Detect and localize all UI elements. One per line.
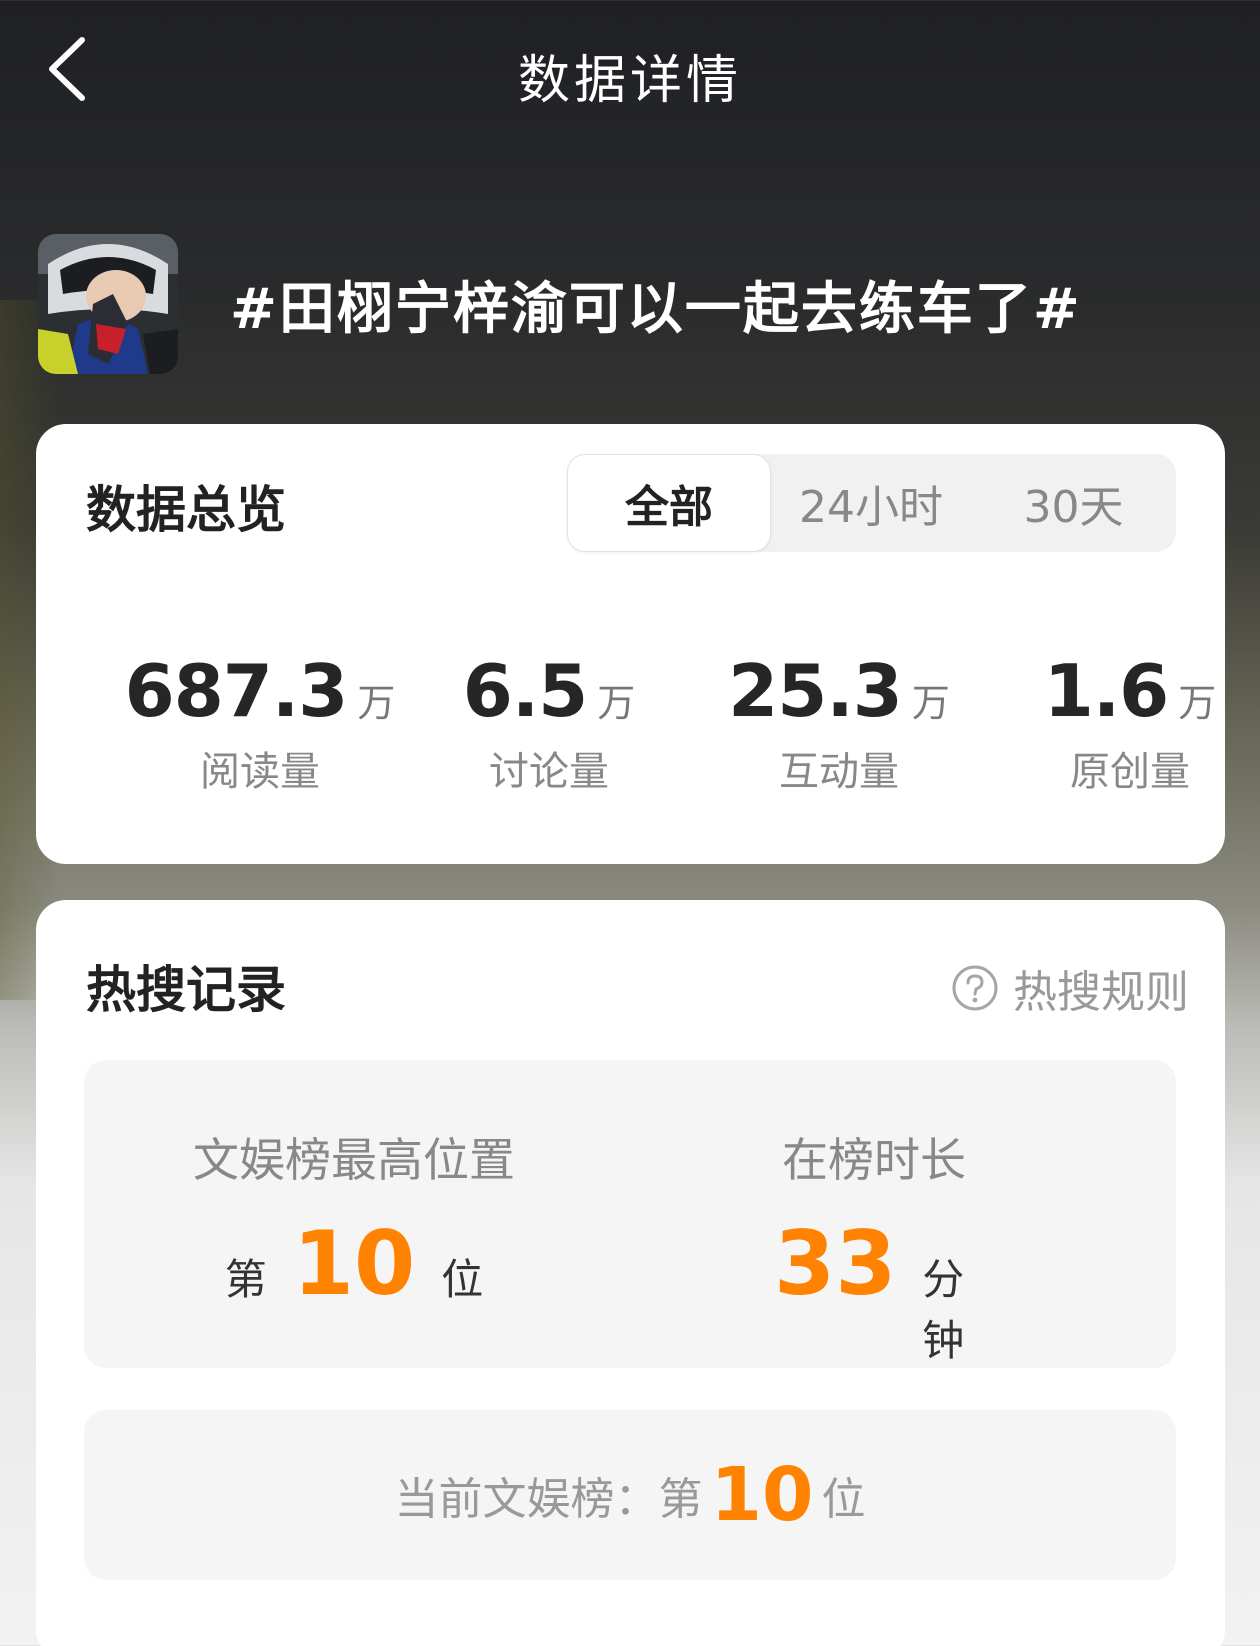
stat-originals-unit: 万 bbox=[1178, 681, 1217, 725]
stat-reads-label: 阅读量 bbox=[200, 749, 320, 795]
question-circle-icon bbox=[952, 965, 998, 1011]
current-ranking-label: 当前文娱榜： bbox=[394, 1474, 659, 1525]
topic-title: #田栩宁梓渝可以一起去练车了# bbox=[230, 276, 1082, 342]
current-ranking-value: 10 bbox=[710, 1452, 814, 1538]
stat-interactions-unit: 万 bbox=[911, 681, 950, 725]
stat-originals: 1.6 万 原创量 bbox=[990, 649, 1260, 797]
chart-duration-value: 33 bbox=[774, 1212, 897, 1315]
tab-24h[interactable]: 24小时 bbox=[771, 454, 971, 552]
stat-interactions-label: 互动量 bbox=[779, 749, 899, 795]
highest-position: 文娱榜最高位置 第 10 位 bbox=[184, 1124, 524, 1308]
overview-card: 数据总览 全部 24小时 30天 687.3 万 阅读量 6.5 万 讨论量 25.… bbox=[36, 424, 1225, 864]
top-bar: 数据详情 bbox=[0, 0, 1260, 150]
hot-search-rules-link[interactable]: 热搜规则 bbox=[951, 956, 1189, 1020]
time-range-tabs: 全部 24小时 30天 bbox=[567, 454, 1176, 552]
stat-discussions-label: 讨论量 bbox=[489, 749, 609, 795]
stat-reads-unit: 万 bbox=[357, 681, 396, 725]
hot-search-card: 热搜记录 热搜规则 文娱榜最高位置 第 10 位 在榜时长 33 分钟 当前文娱… bbox=[36, 900, 1225, 1646]
current-ranking-panel: 当前文娱榜： 第 10 位 bbox=[84, 1410, 1176, 1580]
stat-discussions-value: 6.5 bbox=[462, 649, 589, 733]
highest-position-value: 10 bbox=[292, 1212, 416, 1315]
topic-header: #田栩宁梓渝可以一起去练车了# bbox=[38, 234, 1238, 374]
highest-position-prefix: 第 bbox=[224, 1255, 267, 1304]
highest-position-label: 文娱榜最高位置 bbox=[193, 1133, 515, 1187]
stat-originals-value: 1.6 bbox=[1043, 649, 1170, 733]
stat-originals-label: 原创量 bbox=[1070, 749, 1190, 795]
topic-avatar bbox=[38, 234, 178, 374]
overview-title: 数据总览 bbox=[86, 481, 286, 539]
stat-interactions-value: 25.3 bbox=[728, 649, 903, 733]
hot-search-title: 热搜记录 bbox=[86, 961, 286, 1019]
chart-duration-unit: 分钟 bbox=[922, 1255, 965, 1365]
rules-label: 热搜规则 bbox=[1013, 967, 1189, 1018]
current-ranking-prefix: 第 bbox=[658, 1474, 703, 1525]
ranking-summary-panel: 文娱榜最高位置 第 10 位 在榜时长 33 分钟 bbox=[84, 1060, 1176, 1368]
tab-all[interactable]: 全部 bbox=[567, 454, 771, 552]
stat-reads-value: 687.3 bbox=[124, 649, 349, 733]
stat-interactions: 25.3 万 互动量 bbox=[699, 649, 979, 797]
stat-discussions: 6.5 万 讨论量 bbox=[409, 649, 689, 797]
stat-discussions-unit: 万 bbox=[597, 681, 636, 725]
stat-reads: 687.3 万 阅读量 bbox=[120, 649, 400, 797]
chart-duration-label: 在榜时长 bbox=[782, 1133, 966, 1187]
chart-duration: 在榜时长 33 分钟 bbox=[774, 1124, 974, 1368]
tab-30d[interactable]: 30天 bbox=[971, 454, 1176, 552]
page-title: 数据详情 bbox=[517, 51, 742, 111]
highest-position-suffix: 位 bbox=[441, 1255, 484, 1304]
current-ranking-suffix: 位 bbox=[821, 1474, 866, 1525]
